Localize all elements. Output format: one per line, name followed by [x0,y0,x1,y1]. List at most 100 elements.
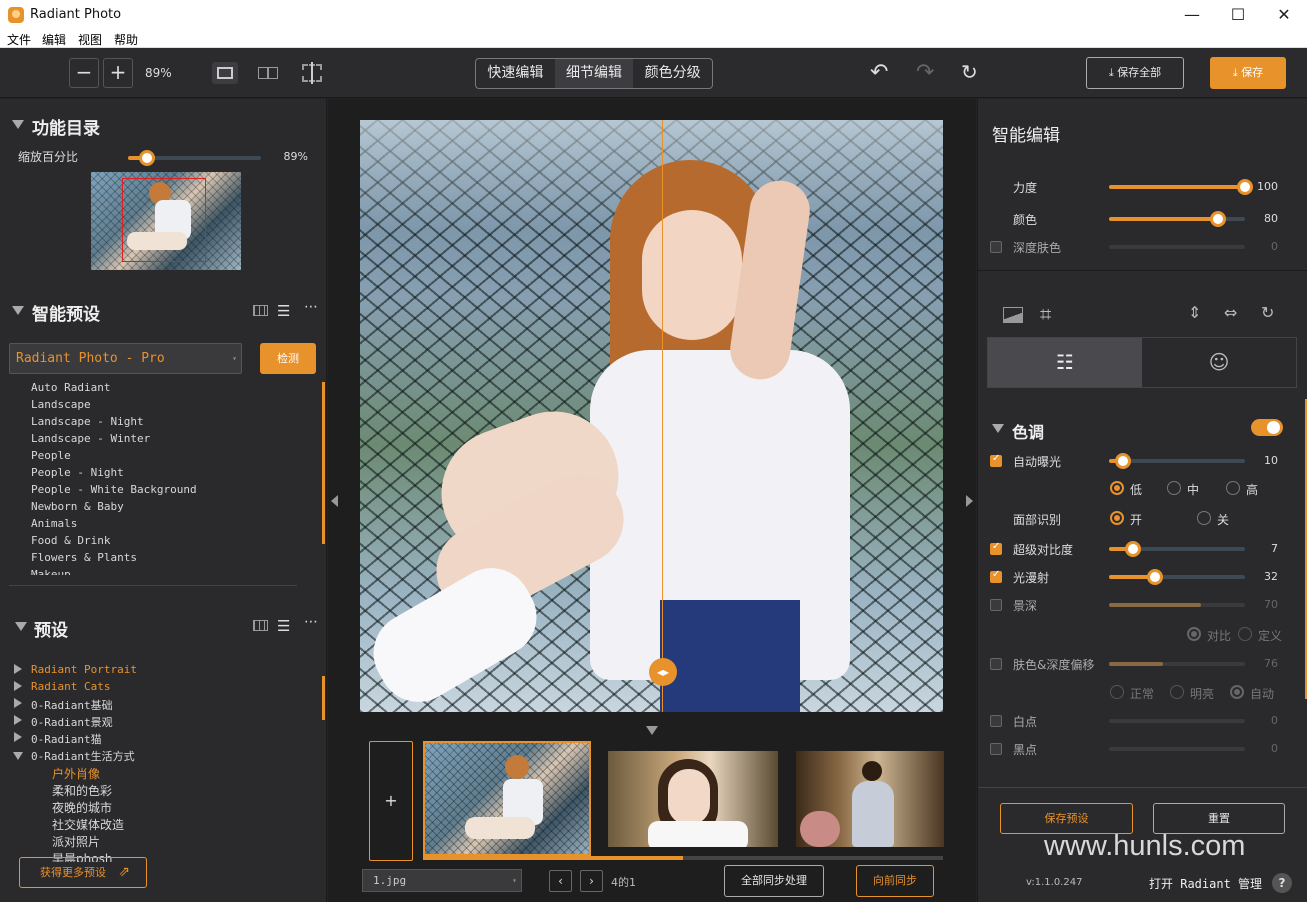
adjust-slider[interactable] [1109,747,1245,751]
sync-forward-button[interactable]: 向前同步 [856,865,934,897]
option-radio[interactable] [1167,481,1181,495]
zoom-in-button[interactable]: + [103,58,133,88]
expand-right-icon[interactable] [14,732,22,742]
enable-checkbox[interactable] [990,599,1002,611]
sync-all-button[interactable]: 全部同步处理 [724,865,824,897]
menu-help[interactable]: 帮助 [114,31,138,48]
flip-horizontal-icon[interactable]: ⇔ [1224,303,1237,322]
list-view-icon[interactable]: ☰ [277,617,290,635]
collapse-catalog-icon[interactable] [12,120,24,129]
collapse-tone-icon[interactable] [992,424,1004,433]
collapse-presets-icon[interactable] [15,622,27,631]
smart-preset-item[interactable]: Landscape - Night [31,415,144,428]
smart-preset-item[interactable]: People - White Background [31,483,197,496]
enable-checkbox[interactable] [990,569,1002,583]
adjust-slider[interactable] [1109,541,1245,557]
preset-list-scrollbar[interactable] [322,382,325,544]
smart-preset-item[interactable]: People - Night [31,466,124,479]
flip-vertical-icon[interactable]: ⇕ [1188,303,1201,322]
main-photo[interactable]: ◂▸ [360,120,943,712]
expand-down-icon[interactable] [13,752,23,760]
smart-preset-item[interactable]: Landscape [31,398,91,411]
face-retouch-tab-icon[interactable]: ☺ [1142,338,1296,387]
filmstrip-thumb-1[interactable] [423,741,591,856]
option-radio[interactable] [1238,627,1252,641]
smart-preset-item[interactable]: Auto Radiant [31,381,110,394]
preset-tree-item[interactable]: Radiant Cats [31,680,110,693]
preset-tree-item[interactable]: 夜晚的城市 [52,799,112,816]
image-icon[interactable] [1003,307,1023,323]
smart-preset-item[interactable]: Flowers & Plants [31,551,137,564]
enable-checkbox[interactable] [990,241,1002,253]
tab-color-grading[interactable]: 颜色分级 [633,59,712,88]
adjust-slider[interactable] [1109,603,1245,607]
more-options-icon[interactable]: ⋯ [304,614,318,630]
preset-tree-item[interactable]: 社交媒体改造 [52,816,124,833]
split-handle-icon[interactable]: ◂▸ [649,658,677,686]
undo-icon[interactable]: ↶ [870,60,888,85]
expand-right-icon[interactable] [14,681,22,691]
collapse-filmstrip-icon[interactable] [646,726,658,735]
option-radio[interactable] [1226,481,1240,495]
adjust-slider[interactable] [1109,662,1245,666]
minimize-button[interactable]: — [1169,0,1215,30]
enable-checkbox[interactable] [990,658,1002,670]
list-view-icon[interactable]: ☰ [277,302,290,320]
viewport-rect[interactable] [122,178,206,262]
filmstrip-scrollbar[interactable] [423,856,943,860]
single-view-button[interactable] [212,62,238,84]
grid-view-icon[interactable] [253,620,268,631]
menu-edit[interactable]: 编辑 [42,31,66,48]
preset-tree-item[interactable]: 柔和的色彩 [52,782,112,799]
open-manager-link[interactable]: 打开 Radiant 管理 [1149,875,1262,892]
menu-view[interactable]: 视图 [78,31,102,48]
smart-preset-item[interactable]: Animals [31,517,77,530]
expand-right-icon[interactable] [14,698,22,708]
collapse-right-icon[interactable] [966,495,973,507]
navigator-thumbnail[interactable] [91,172,241,270]
expand-right-icon[interactable] [14,664,22,674]
option-radio[interactable] [1197,511,1211,525]
preset-tree-item[interactable]: Radiant Portrait [31,663,137,676]
refresh-icon[interactable]: ↻ [961,60,978,84]
enable-checkbox[interactable] [990,453,1002,467]
next-image-button[interactable]: › [580,870,603,892]
enable-checkbox[interactable] [990,715,1002,727]
adjust-slider[interactable] [1109,453,1245,469]
save-all-button[interactable]: ⤓ 保存全部 [1086,57,1184,89]
option-radio[interactable] [1187,627,1201,641]
enable-checkbox[interactable] [990,541,1002,555]
get-more-presets-button[interactable]: 获得更多预设 ⇗ [19,857,147,888]
maximize-button[interactable]: ☐ [1215,0,1261,30]
option-radio[interactable] [1110,481,1124,495]
adjust-slider[interactable] [1109,569,1245,585]
menu-file[interactable]: 文件 [7,31,31,48]
compare-split-line[interactable] [662,120,663,712]
tab-detail-edit[interactable]: 细节编辑 [554,59,634,88]
prev-image-button[interactable]: ‹ [549,870,572,892]
close-button[interactable]: ✕ [1261,0,1307,30]
smart-preset-item[interactable]: Food & Drink [31,534,110,547]
preset-select[interactable]: Radiant Photo - Pro ▾ [9,343,242,374]
collapse-left-icon[interactable] [331,495,338,507]
preset-tree-item[interactable]: 派对照片 [52,833,100,850]
preset-tree-item[interactable]: 0-Radiant基础 [31,697,113,713]
adjust-slider[interactable] [1109,211,1245,227]
file-select[interactable]: 1.jpg ▾ [362,869,522,892]
filmstrip-thumb-2[interactable] [608,751,778,847]
zoom-percent-slider[interactable] [128,150,261,166]
redo-icon[interactable]: ↷ [916,60,934,85]
preset-tree-item[interactable]: 户外肖像 [52,765,100,782]
adjustments-tab-icon[interactable]: ☷ [988,338,1142,387]
detect-button[interactable]: 检测 [260,343,316,374]
tab-quick-edit[interactable]: 快速编辑 [476,59,555,88]
smart-preset-item[interactable]: Makeup [31,568,71,575]
preset-tree-scrollbar[interactable] [322,676,325,720]
smart-preset-item[interactable]: Landscape - Winter [31,432,150,445]
zoom-out-button[interactable]: − [69,58,99,88]
expand-right-icon[interactable] [14,715,22,725]
preset-tree-item[interactable]: 0-Radiant景观 [31,714,113,730]
adjust-slider[interactable] [1109,719,1245,723]
enable-checkbox[interactable] [990,743,1002,755]
collapse-smart-presets-icon[interactable] [12,306,24,315]
